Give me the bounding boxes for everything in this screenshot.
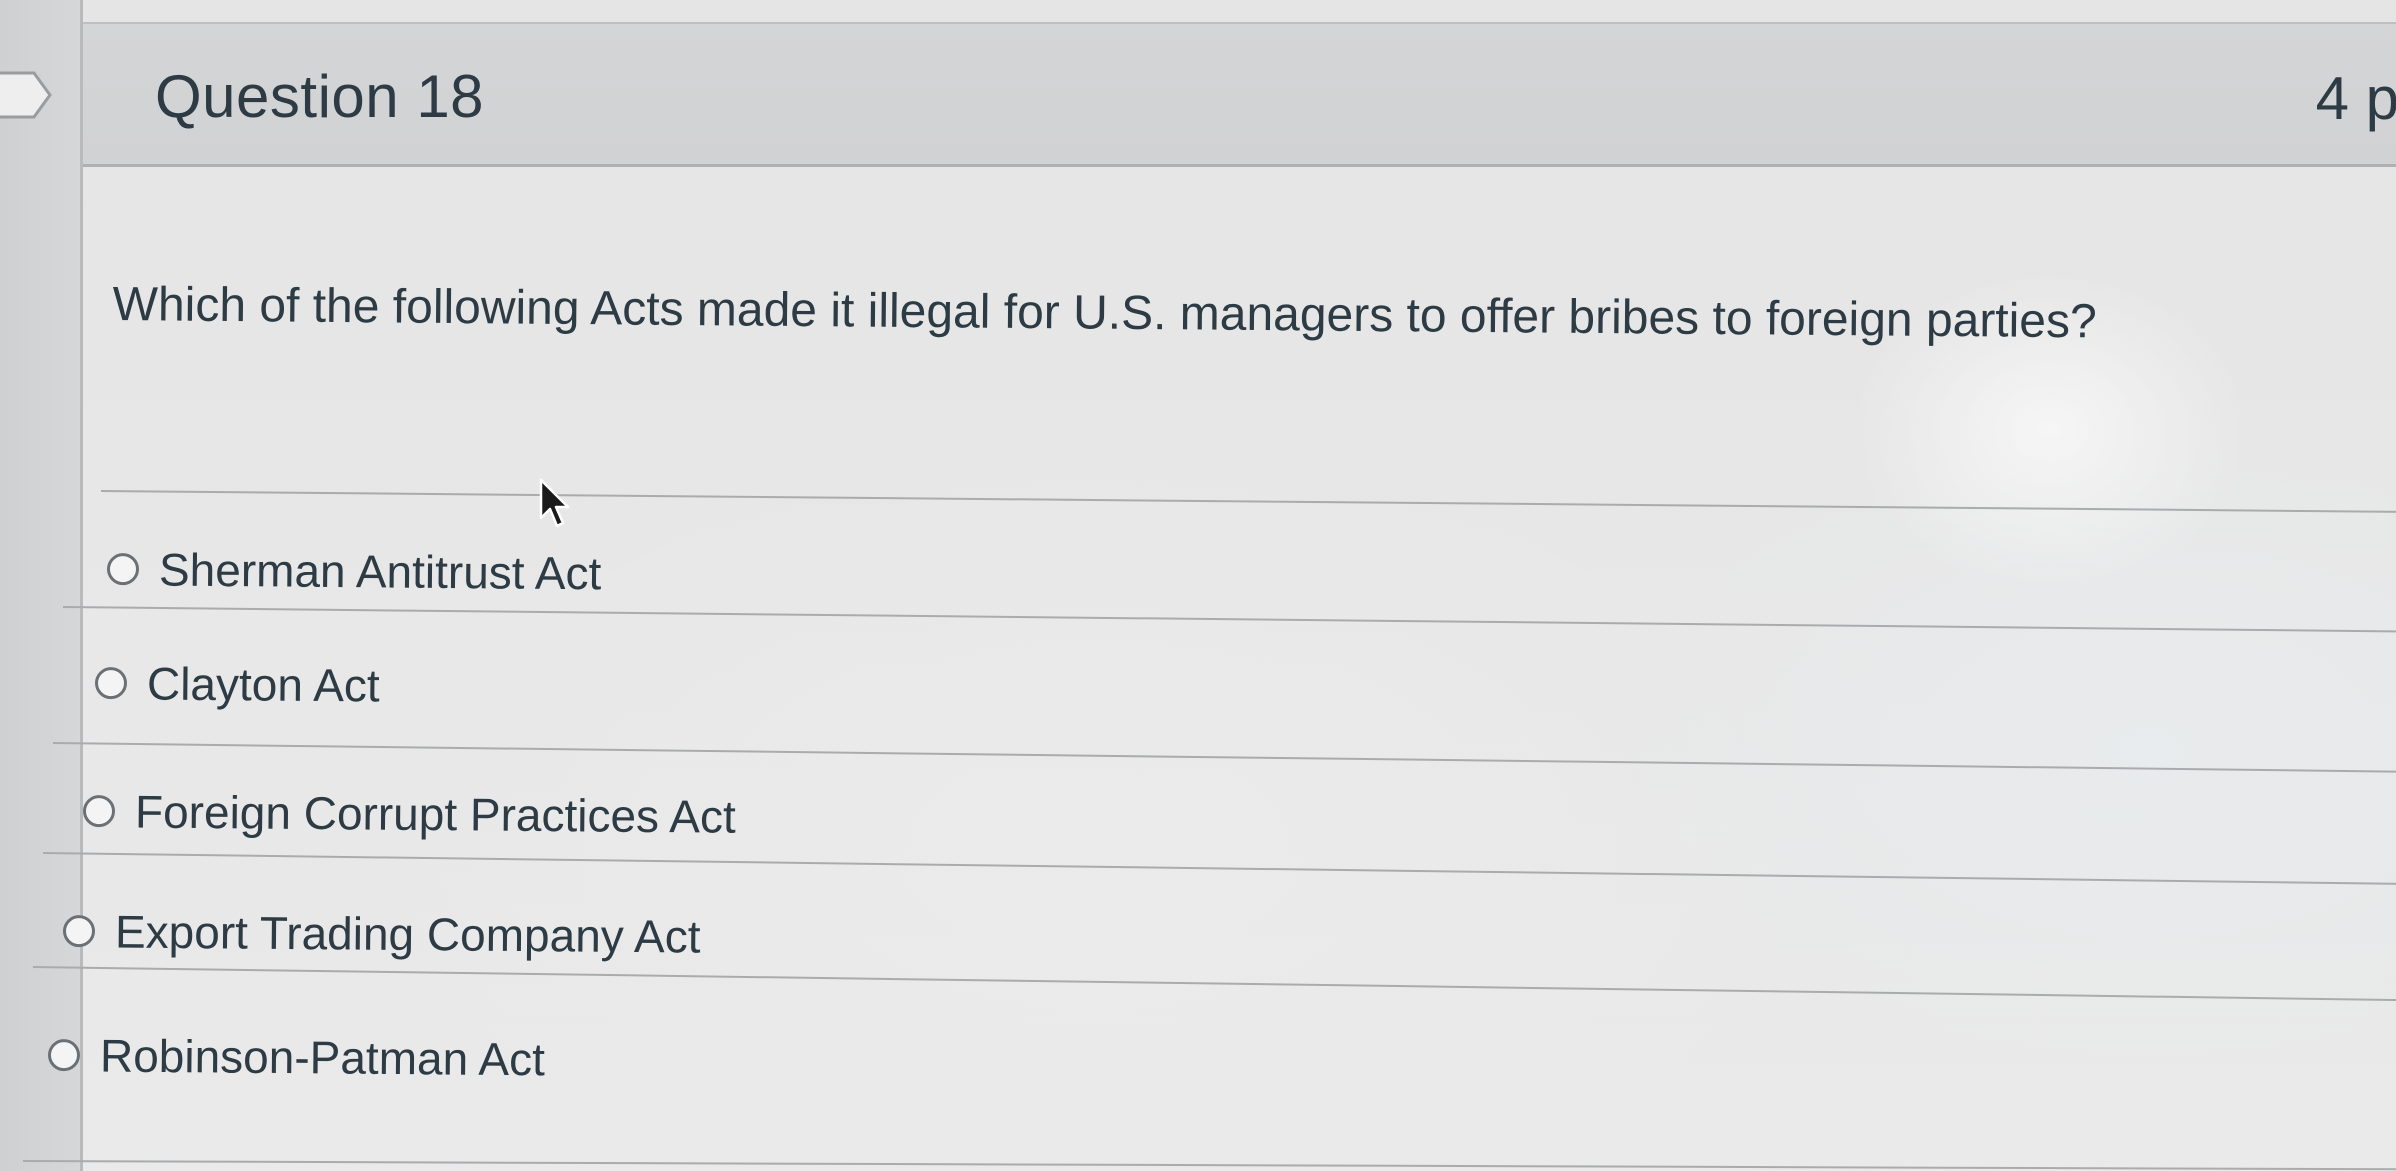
divider	[52, 742, 2396, 773]
divider	[62, 606, 2396, 633]
question-text: Which of the following Acts made it ille…	[112, 277, 2097, 349]
radio-button-2[interactable]	[94, 667, 128, 700]
answer-option-1[interactable]: Sherman Antitrust Act	[106, 542, 602, 600]
screen: Question 18 4 p Which of the following A…	[0, 0, 2396, 1171]
radio-button-1[interactable]	[106, 553, 140, 586]
flag-icon[interactable]	[0, 70, 52, 120]
divider	[32, 966, 2396, 1002]
answer-label-2: Clayton Act	[146, 657, 380, 712]
answer-label-3: Foreign Corrupt Practices Act	[134, 785, 736, 843]
question-title: Question 18	[155, 63, 485, 130]
answer-option-4[interactable]: Export Trading Company Act	[62, 904, 701, 964]
divider	[100, 490, 2396, 513]
mouse-pointer-icon	[539, 478, 570, 528]
answer-label-4: Export Trading Company Act	[114, 905, 701, 963]
left-gutter	[0, 0, 80, 1171]
question-header: Question 18 4 p	[83, 22, 2396, 167]
answer-option-2[interactable]: Clayton Act	[94, 656, 380, 712]
radio-button-5[interactable]	[47, 1039, 81, 1072]
question-card: Question 18 4 p Which of the following A…	[22, 0, 2396, 1171]
divider	[22, 1160, 2396, 1171]
answer-option-3[interactable]: Foreign Corrupt Practices Act	[82, 784, 736, 844]
divider	[42, 852, 2396, 885]
question-points: 4 p	[2315, 65, 2396, 132]
answer-option-5[interactable]: Robinson-Patman Act	[47, 1028, 546, 1086]
answer-label-1: Sherman Antitrust Act	[158, 543, 602, 600]
radio-button-4[interactable]	[62, 915, 96, 948]
answer-label-5: Robinson-Patman Act	[99, 1029, 546, 1086]
radio-button-3[interactable]	[82, 795, 116, 828]
